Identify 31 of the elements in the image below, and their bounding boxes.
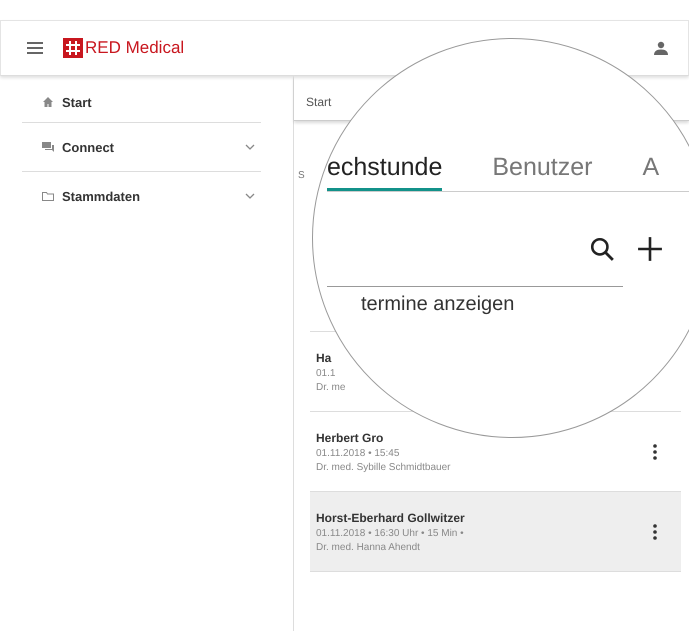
- sidebar-item[interactable]: Start: [22, 82, 261, 123]
- home-icon: [42, 96, 54, 108]
- tab-label[interactable]: S: [298, 170, 305, 181]
- doctor-name: Dr. me: [316, 382, 346, 392]
- breadcrumb-link[interactable]: Start: [306, 95, 332, 109]
- search-icon[interactable]: [589, 236, 615, 262]
- sidebar-item[interactable]: Stammdaten: [22, 172, 261, 220]
- more-vertical-icon[interactable]: [653, 444, 657, 460]
- patient-name: Ha: [316, 350, 332, 364]
- tab[interactable]: Benutzer: [492, 151, 592, 191]
- sidebar-item[interactable]: Connect: [22, 123, 261, 172]
- show-appointments-label: termine anzeigen: [360, 293, 516, 316]
- doctor-name: Dr. med. Hanna Ahendt: [316, 542, 421, 552]
- appointment-row[interactable]: Horst-Eberhard Gollwitzer 01.11.2018 • 16:30 Uhr • 15 Min • Dr. med. Hanna Ahendt: [310, 492, 681, 572]
- menu-icon[interactable]: [27, 42, 43, 54]
- appointment-time: 01.1: [316, 368, 336, 378]
- patient-name: Herbert Gro: [316, 430, 384, 444]
- logo-text: RED Medical: [85, 38, 184, 58]
- tab[interactable]: echstunde: [327, 151, 442, 191]
- user-icon[interactable]: [654, 41, 668, 55]
- plus-icon[interactable]: [637, 236, 663, 262]
- folder-icon: [42, 190, 54, 202]
- logo-icon: [63, 38, 83, 58]
- more-vertical-icon[interactable]: [653, 524, 657, 540]
- search-field[interactable]: [327, 236, 623, 287]
- appointment-time: 01.11.2018 • 15:45: [316, 448, 400, 458]
- appointment-time: 01.11.2018 • 16:30 Uhr • 15 Min •: [316, 528, 465, 538]
- doctor-name: Dr. med. Sybille Schmidtbauer: [316, 462, 452, 472]
- chat-icon: [42, 141, 54, 153]
- patient-name: Horst-Eberhard Gollwitzer: [316, 510, 466, 524]
- tab[interactable]: A: [642, 151, 660, 191]
